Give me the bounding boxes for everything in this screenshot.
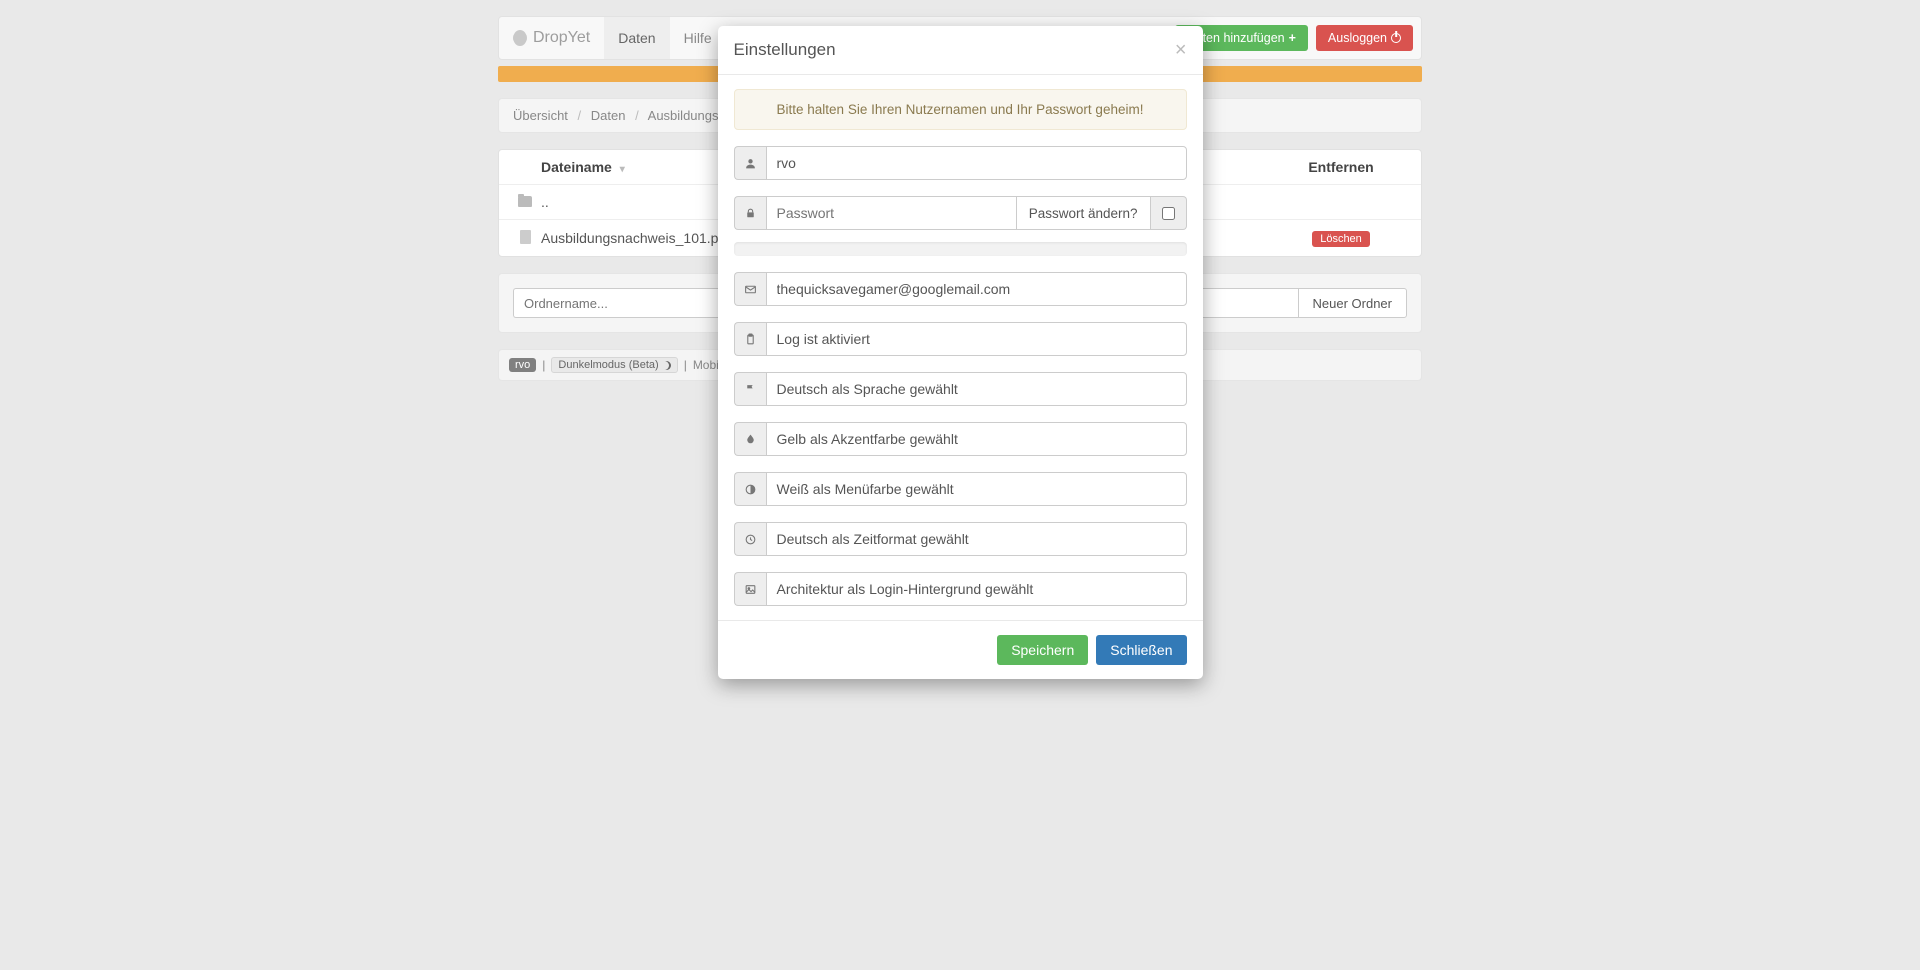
contrast-icon xyxy=(734,472,766,506)
log-select[interactable]: Log ist aktiviert xyxy=(766,322,1187,356)
clock-icon xyxy=(734,522,766,556)
lock-icon xyxy=(734,196,766,230)
change-password-checkbox-input[interactable] xyxy=(1162,207,1175,220)
clipboard-icon xyxy=(734,322,766,356)
user-icon xyxy=(734,146,766,180)
modal-title: Einstellungen xyxy=(734,40,836,60)
menu-color-select[interactable]: Weiß als Menüfarbe gewählt xyxy=(766,472,1187,506)
loginbg-select[interactable]: Architektur als Login-Hintergrund gewähl… xyxy=(766,572,1187,606)
settings-modal: Einstellungen × Bitte halten Sie Ihren N… xyxy=(718,26,1203,679)
flag-icon xyxy=(734,372,766,406)
username-input[interactable] xyxy=(766,146,1187,180)
modal-close-button[interactable]: × xyxy=(1175,40,1187,60)
change-password-button[interactable]: Passwort ändern? xyxy=(1017,196,1151,230)
save-button[interactable]: Speichern xyxy=(997,635,1088,665)
accent-select[interactable]: Gelb als Akzentfarbe gewählt xyxy=(766,422,1187,456)
timeformat-select[interactable]: Deutsch als Zeitformat gewählt xyxy=(766,522,1187,556)
tint-icon xyxy=(734,422,766,456)
modal-overlay: Einstellungen × Bitte halten Sie Ihren N… xyxy=(0,0,1920,970)
email-input[interactable] xyxy=(766,272,1187,306)
mail-icon xyxy=(734,272,766,306)
image-icon xyxy=(734,572,766,606)
change-password-checkbox[interactable] xyxy=(1151,196,1187,230)
language-select[interactable]: Deutsch als Sprache gewählt xyxy=(766,372,1187,406)
password-input[interactable] xyxy=(766,196,1017,230)
modal-alert: Bitte halten Sie Ihren Nutzernamen und I… xyxy=(734,89,1187,130)
close-button[interactable]: Schließen xyxy=(1096,635,1186,665)
password-strength-bar xyxy=(734,242,1187,256)
